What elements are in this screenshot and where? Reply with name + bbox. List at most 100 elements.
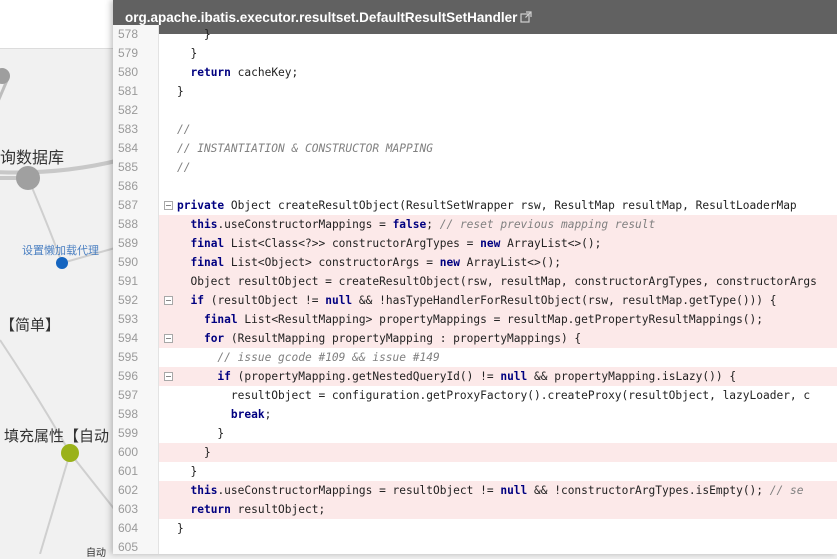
code-line[interactable]: 594 for (ResultMapping propertyMapping :… [113, 329, 837, 348]
code-keyword: null [500, 370, 528, 383]
code-token: Object resultObject = createResultObject… [177, 275, 817, 288]
fold-toggle-icon[interactable] [159, 367, 177, 386]
code-line[interactable]: 597 resultObject = configuration.getProx… [113, 386, 837, 405]
external-link-icon[interactable] [520, 11, 532, 23]
code-line[interactable]: 604} [113, 519, 837, 538]
code-token: } [177, 465, 198, 478]
code-line[interactable]: 587 private Object createResultObject(Res… [113, 196, 837, 215]
mindmap-node[interactable] [61, 444, 79, 462]
code-token: resultObject; [230, 503, 326, 516]
code-line[interactable]: 602 this.useConstructorMappings = result… [113, 481, 837, 500]
code-line[interactable]: 578 } [113, 25, 837, 44]
code-keyword: if [190, 294, 204, 307]
code-keyword: null [325, 294, 353, 307]
source-viewer-panel: org.apache.ibatis.executor.resultset.Def… [113, 0, 837, 554]
code-text: } [177, 443, 211, 462]
fold-gutter [159, 405, 177, 424]
code-text: if (propertyMapping.getNestedQueryId() !… [177, 367, 736, 386]
code-line[interactable]: 593 final List<ResultMapping> propertyMa… [113, 310, 837, 329]
code-token: .useConstructorMappings = resultObject !… [217, 484, 501, 497]
code-token: } [177, 427, 225, 440]
code-token: } [177, 47, 198, 60]
fold-gutter [159, 63, 177, 82]
fold-gutter [159, 44, 177, 63]
code-token: (resultObject != [203, 294, 326, 307]
code-text: if (resultObject != null && !hasTypeHand… [177, 291, 776, 310]
code-line[interactable]: 599 } [113, 424, 837, 443]
code-comment: // [177, 161, 191, 174]
code-line[interactable]: 579 } [113, 44, 837, 63]
line-number: 603 [113, 500, 159, 519]
line-number: 605 [113, 538, 159, 554]
code-token: Object createResultObject(ResultSetWrapp… [224, 199, 797, 212]
fold-gutter [159, 500, 177, 519]
code-line[interactable]: 595 // issue gcode #109 && issue #149 [113, 348, 837, 367]
code-line[interactable]: 596 if (propertyMapping.getNestedQueryId… [113, 367, 837, 386]
line-number: 584 [113, 139, 159, 158]
collapse-icon[interactable] [163, 296, 173, 305]
code-line[interactable]: 585 // [113, 158, 837, 177]
fold-gutter [159, 215, 177, 234]
code-keyword: final [190, 256, 225, 269]
code-line[interactable]: 581} [113, 82, 837, 101]
collapse-icon[interactable] [163, 334, 173, 343]
mindmap-topic-label[interactable]: 【简单】 [0, 314, 60, 335]
mindmap-topic-label[interactable]: 自动 [86, 544, 106, 559]
fold-gutter [159, 234, 177, 253]
code-line[interactable]: 583 // [113, 120, 837, 139]
fold-gutter [159, 538, 177, 554]
code-text: final List<Class<?>> constructorArgTypes… [177, 234, 601, 253]
code-token: cacheKey; [230, 66, 299, 79]
code-line[interactable]: 590 final List<Object> constructorArgs =… [113, 253, 837, 272]
mindmap-topic-label[interactable]: 填充属性【自动 [4, 425, 109, 446]
code-line[interactable]: 591 Object resultObject = createResultOb… [113, 272, 837, 291]
code-line[interactable]: 598 break; [113, 405, 837, 424]
fold-gutter [159, 481, 177, 500]
mindmap-topic-label[interactable]: 询数据库 [0, 144, 64, 168]
code-token: ; [264, 408, 272, 421]
code-text: } [177, 44, 197, 63]
code-line[interactable]: 600 } [113, 443, 837, 462]
fold-toggle-icon[interactable] [159, 329, 177, 348]
code-text: final List<ResultMapping> propertyMappin… [177, 310, 763, 329]
line-number: 587 [113, 196, 159, 215]
code-line[interactable]: 584 // INSTANTIATION & CONSTRUCTOR MAPPIN… [113, 139, 837, 158]
code-text: break; [177, 405, 271, 424]
fold-gutter [159, 139, 177, 158]
code-keyword: final [203, 313, 238, 326]
collapse-icon[interactable] [163, 372, 173, 381]
code-line[interactable]: 582 [113, 101, 837, 120]
line-number: 599 [113, 424, 159, 443]
fold-gutter [159, 424, 177, 443]
line-number: 588 [113, 215, 159, 234]
mindmap-node[interactable] [16, 166, 40, 190]
code-token: } [177, 446, 211, 459]
code-comment: // reset previous mapping result [439, 218, 656, 231]
code-token: (propertyMapping.getNestedQueryId() != [230, 370, 501, 383]
code-keyword: new [439, 256, 460, 269]
mindmap-topic-label[interactable]: 设置懒加载代理 [22, 242, 99, 258]
line-number: 590 [113, 253, 159, 272]
code-text: } [177, 519, 184, 538]
code-line[interactable]: 589 final List<Class<?>> constructorArgT… [113, 234, 837, 253]
collapse-icon[interactable] [163, 201, 173, 210]
code-token: (ResultMapping propertyMapping : propert… [224, 332, 582, 345]
code-area[interactable]: 578 } 579 } 580 return cacheKey; 581} 582 583… [113, 25, 837, 554]
code-line[interactable]: 586 [113, 177, 837, 196]
code-line[interactable]: 588 this.useConstructorMappings = false;… [113, 215, 837, 234]
code-line[interactable]: 601 } [113, 462, 837, 481]
code-token: && propertyMapping.isLazy()) { [527, 370, 737, 383]
code-token: List<Object> constructorArgs = [224, 256, 440, 269]
code-comment: // [177, 123, 191, 136]
code-line[interactable]: 605 [113, 538, 837, 554]
fold-toggle-icon[interactable] [159, 196, 177, 215]
code-line[interactable]: 592 if (resultObject != null && !hasType… [113, 291, 837, 310]
fold-toggle-icon[interactable] [159, 291, 177, 310]
code-line[interactable]: 580 return cacheKey; [113, 63, 837, 82]
mindmap-node[interactable] [56, 257, 68, 269]
code-line[interactable]: 603 return resultObject; [113, 500, 837, 519]
